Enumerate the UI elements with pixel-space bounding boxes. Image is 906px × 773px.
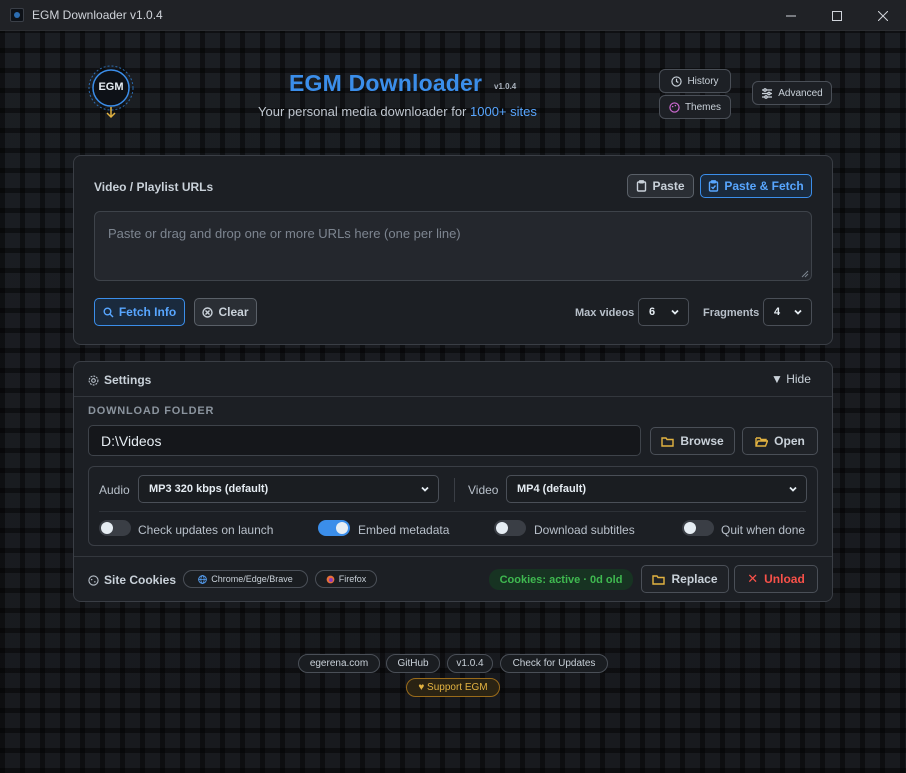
folder-icon [652,574,666,585]
cookie-icon [88,574,99,586]
themes-button[interactable]: Themes [659,95,731,119]
chevron-down-icon [793,307,803,320]
globe-icon [198,574,208,584]
egm-logo: EGM [86,63,136,121]
download-folder-input[interactable]: D:\Videos [88,425,641,456]
chevron-down-icon [788,484,798,497]
app-icon [10,8,24,22]
audio-label: Audio [99,483,130,497]
audio-format-select[interactable]: MP3 320 kbps (default) [138,475,439,503]
folder-open-icon [755,436,769,447]
window-titlebar: EGM Downloader v1.0.4 [0,0,906,31]
settings-title: Settings [104,373,152,387]
download-subtitles-toggle[interactable] [494,520,526,536]
embed-metadata-label: Embed metadata [358,523,450,537]
logo-text: EGM [98,81,124,93]
firefox-cookies-chip[interactable]: Firefox [315,570,377,588]
check-updates-label: Check updates on launch [138,523,274,537]
download-subtitles-label: Download subtitles [534,523,635,537]
clipboard-check-icon [709,180,719,192]
resize-handle-icon[interactable] [801,270,809,278]
footer-link-github[interactable]: GitHub [386,654,440,673]
sliders-icon [762,87,773,99]
fragments-label: Fragments [703,307,760,319]
support-button[interactable]: ♥ Support EGM [406,678,500,697]
check-updates-toggle[interactable] [99,520,131,536]
minimize-icon [786,15,796,16]
close-icon: ✕ [747,571,759,586]
fragments-select[interactable]: 4 [763,298,812,326]
sites-count-highlight: 1000+ sites [470,104,537,119]
download-folder-label: DOWNLOAD FOLDER [88,405,215,417]
clipboard-icon [637,180,647,192]
replace-cookies-button[interactable]: Replace [641,565,729,593]
footer-link-version[interactable]: v1.0.4 [447,654,493,673]
fetch-info-button[interactable]: Fetch Info [94,298,185,326]
paste-fetch-button[interactable]: Paste & Fetch [700,174,812,198]
footer-link-website[interactable]: egerena.com [298,654,380,673]
quit-when-done-toggle[interactable] [682,520,714,536]
cookies-divider [74,556,832,557]
maximize-button[interactable] [814,0,860,31]
clear-circle-icon [202,306,214,318]
video-format-select[interactable]: MP4 (default) [506,475,807,503]
app-version: v1.0.4 [494,82,517,91]
unload-cookies-button[interactable]: ✕ Unload [734,565,818,593]
chevron-down-icon [420,484,430,497]
paste-button[interactable]: Paste [627,174,694,198]
max-videos-label: Max videos [575,307,635,319]
urls-section-label: Video / Playlist URLs [94,180,214,194]
palette-icon [669,101,680,113]
close-icon [878,10,888,21]
history-icon [671,75,683,87]
advanced-button[interactable]: Advanced [752,81,832,105]
close-window-button[interactable] [860,0,906,31]
browse-button[interactable]: Browse [650,427,735,455]
folder-icon [661,436,675,447]
chevron-down-icon [670,307,680,320]
cookies-status-badge: Cookies: active · 0d old [489,569,633,590]
site-cookies-label: Site Cookies [104,573,177,587]
quit-when-done-label: Quit when done [721,523,806,537]
app-title: EGM Downloader [289,70,483,96]
window-title: EGM Downloader v1.0.4 [32,8,163,22]
chrome-cookies-chip[interactable]: Chrome/Edge/Brave [183,570,308,588]
settings-divider [74,396,832,397]
history-button[interactable]: History [659,69,731,93]
clear-button[interactable]: Clear [194,298,257,326]
open-folder-button[interactable]: Open [742,427,818,455]
embed-metadata-toggle[interactable] [318,520,350,536]
site-cookies-header: Site Cookies [88,573,176,587]
format-divider [454,478,455,502]
maximize-icon [832,10,842,21]
app-subtitle: Your personal media downloader for 1000+… [258,104,537,119]
settings-header: Settings [88,373,151,387]
url-textarea-placeholder: Paste or drag and drop one or more URLs … [108,226,461,241]
search-icon [103,307,114,317]
gear-icon [88,375,99,385]
url-textarea[interactable]: Paste or drag and drop one or more URLs … [94,211,812,281]
minimize-button[interactable] [768,0,814,31]
max-videos-select[interactable]: 6 [638,298,689,326]
firefox-icon [326,575,335,583]
footer-link-check-updates[interactable]: Check for Updates [500,654,608,673]
hide-settings-toggle[interactable]: ▼ Hide [771,372,811,386]
options-divider [99,511,806,512]
video-label: Video [468,483,499,497]
